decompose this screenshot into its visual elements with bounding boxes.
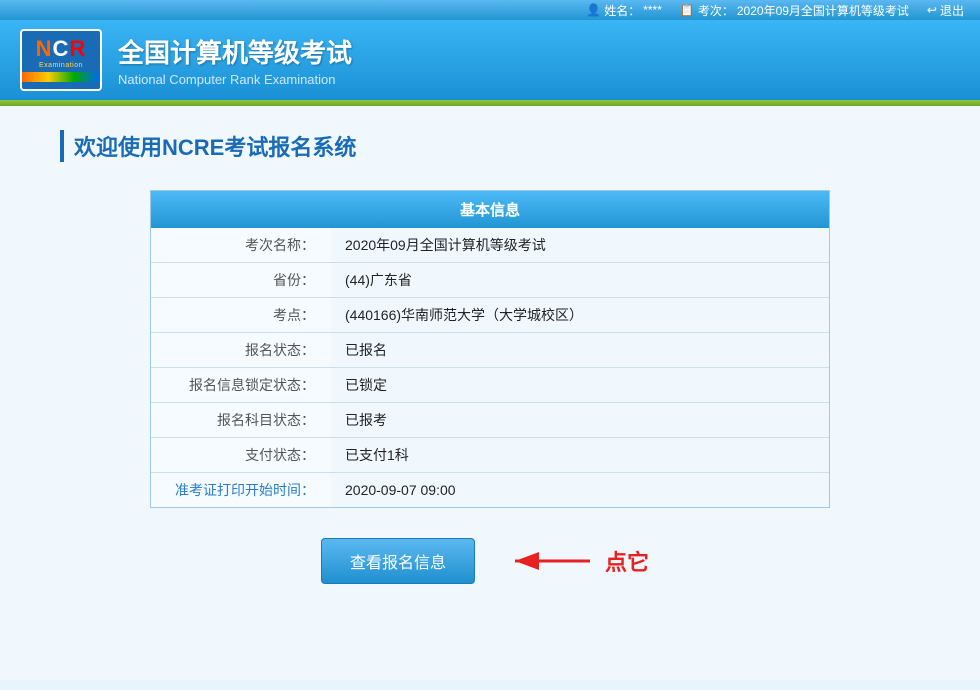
table-row: 考次名称： 2020年09月全国计算机等级考试: [151, 228, 829, 263]
table-label-1: 省份：: [151, 263, 331, 298]
info-table: 基本信息 考次名称： 2020年09月全国计算机等级考试 省份： (44)广东省…: [150, 190, 830, 508]
logout-button[interactable]: ↩ 退出: [927, 2, 964, 19]
top-bar: 👤 姓名： **** 📋 考次： 2020年09月全国计算机等级考试 ↩ 退出: [0, 0, 980, 20]
header: NCR Examination 全国计算机等级考试 National Compu…: [0, 20, 980, 100]
logo-exam-text: Examination: [39, 62, 83, 69]
table-row: 考点： (440166)华南师范大学（大学城校区）: [151, 298, 829, 333]
table-value-5: 已报考: [331, 403, 829, 438]
button-area: 查看报名信息 点它: [60, 538, 920, 584]
exam-icon: 📋: [680, 3, 695, 17]
table-label-2: 考点：: [151, 298, 331, 333]
table-label-4: 报名信息锁定状态：: [151, 368, 331, 403]
table-label-5: 报名科目状态：: [151, 403, 331, 438]
table-value-4: 已锁定: [331, 368, 829, 403]
logout-label: 退出: [940, 2, 964, 19]
user-icon: 👤: [586, 3, 601, 17]
logo-text: NCR: [36, 38, 87, 60]
page-title: 欢迎使用NCRE考试报名系统: [60, 130, 920, 162]
table-row: 支付状态： 已支付1科: [151, 438, 829, 473]
table-row: 省份： (44)广东省: [151, 263, 829, 298]
logo-r: R: [69, 36, 86, 61]
table-row: 报名状态： 已报名: [151, 333, 829, 368]
table-value-7: 2020-09-07 09:00: [331, 473, 829, 508]
exam-value: 2020年09月全国计算机等级考试: [737, 2, 909, 19]
table-value-3: 已报名: [331, 333, 829, 368]
table-label-6: 支付状态：: [151, 438, 331, 473]
table-value-2: (440166)华南师范大学（大学城校区）: [331, 298, 829, 333]
info-table-header: 基本信息: [151, 191, 829, 228]
table-row: 报名信息锁定状态： 已锁定: [151, 368, 829, 403]
header-title-cn: 全国计算机等级考试: [118, 33, 352, 70]
table-label-3: 报名状态：: [151, 333, 331, 368]
annotation-text: 点它: [605, 545, 649, 577]
header-title-en: National Computer Rank Examination: [118, 72, 352, 87]
main-content: 欢迎使用NCRE考试报名系统 基本信息 考次名称： 2020年09月全国计算机等…: [0, 106, 980, 680]
info-table-body: 考次名称： 2020年09月全国计算机等级考试 省份： (44)广东省 考点： …: [151, 228, 829, 507]
header-titles: 全国计算机等级考试 National Computer Rank Examina…: [118, 33, 352, 87]
table-value-1: (44)广东省: [331, 263, 829, 298]
logo-color-bar: [22, 72, 100, 82]
table-row: 报名科目状态： 已报考: [151, 403, 829, 438]
exam-label: 考次：: [698, 2, 734, 19]
logo-c: C: [53, 36, 70, 61]
arrow-annotation: 点它: [505, 541, 649, 581]
table-label-0: 考次名称：: [151, 228, 331, 263]
logo: NCR Examination: [20, 29, 102, 91]
view-registration-button[interactable]: 查看报名信息: [321, 538, 475, 584]
username-label: 姓名：: [604, 2, 640, 19]
table-row: 准考证打印开始时间： 2020-09-07 09:00: [151, 473, 829, 508]
username-value: ****: [643, 3, 662, 17]
table-value-6: 已支付1科: [331, 438, 829, 473]
arrow-icon: [505, 541, 595, 581]
username-display: 👤 姓名： ****: [586, 2, 662, 19]
logo-n: N: [36, 36, 53, 61]
table-label-7: 准考证打印开始时间：: [151, 473, 331, 508]
exam-display: 📋 考次： 2020年09月全国计算机等级考试: [680, 2, 909, 19]
logout-icon: ↩: [927, 3, 937, 17]
table-value-0: 2020年09月全国计算机等级考试: [331, 228, 829, 263]
